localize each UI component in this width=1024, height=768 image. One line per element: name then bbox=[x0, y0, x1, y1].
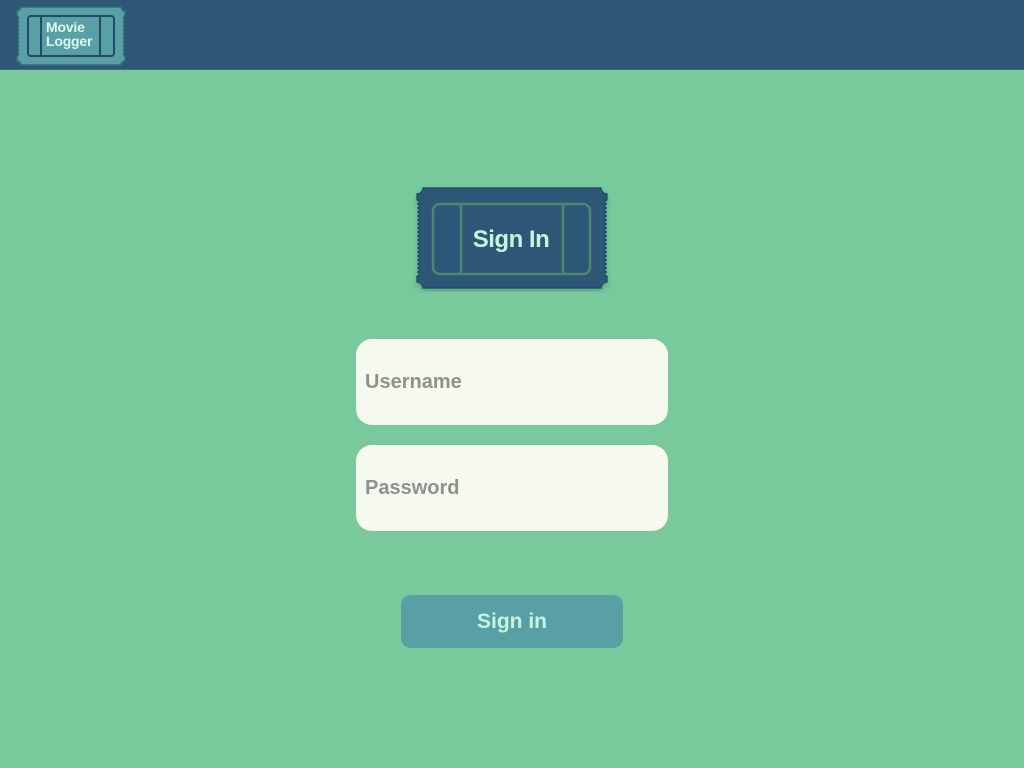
top-navigation-bar: Movie Logger bbox=[0, 0, 1024, 70]
movie-logger-logo[interactable]: Movie Logger bbox=[15, 6, 127, 66]
password-input[interactable] bbox=[356, 445, 668, 531]
sign-in-title: Sign In bbox=[472, 226, 550, 253]
movie-logger-app: Movie Logger Sign In Sign in bbox=[0, 0, 1024, 768]
logo-text: Movie Logger bbox=[46, 20, 106, 48]
logo-line-logger: Logger bbox=[46, 33, 93, 49]
logo-line-movie: Movie bbox=[46, 19, 85, 35]
username-input[interactable] bbox=[356, 339, 668, 425]
sign-in-button[interactable]: Sign in bbox=[401, 595, 623, 648]
sign-in-ticket-heading: Sign In bbox=[413, 186, 611, 292]
